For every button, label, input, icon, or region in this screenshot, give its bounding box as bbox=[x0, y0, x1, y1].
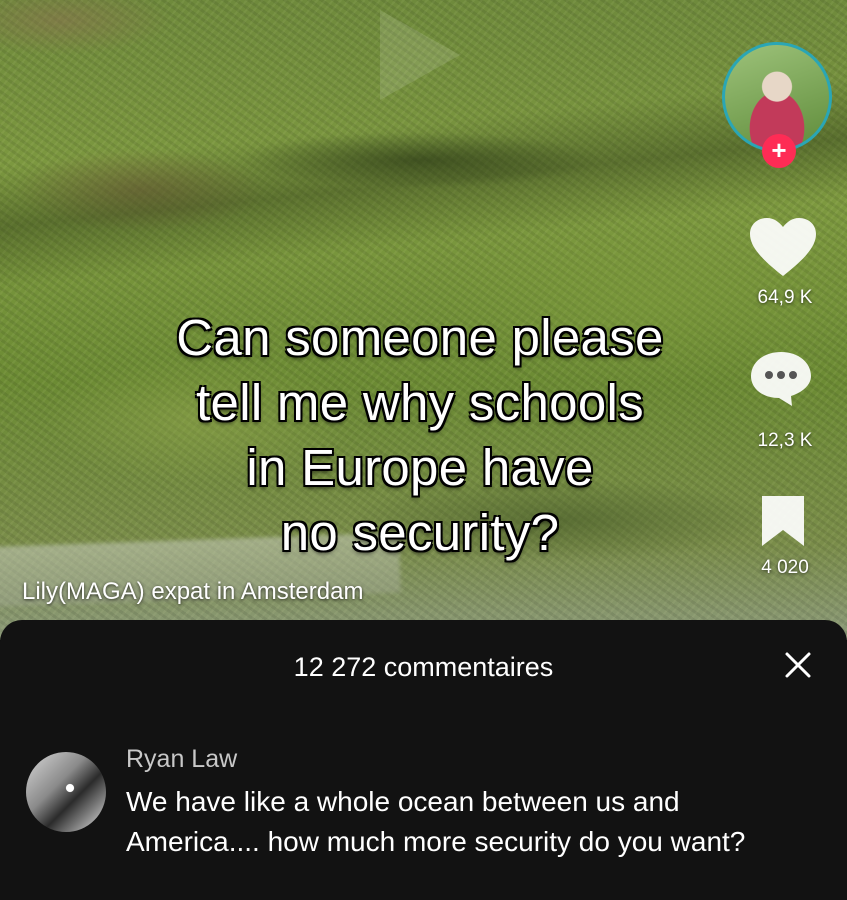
caption-line: Can someone please bbox=[176, 309, 664, 366]
save-count: 4 020 bbox=[740, 557, 830, 579]
comment-count: 12,3 K bbox=[740, 430, 830, 452]
comment-button[interactable] bbox=[748, 348, 814, 413]
like-count: 64,9 K bbox=[740, 287, 830, 309]
close-button[interactable] bbox=[778, 645, 818, 685]
comment-author[interactable]: Ryan Law bbox=[126, 745, 237, 774]
video-shadow bbox=[0, 69, 847, 291]
caption-line: in Europe have bbox=[246, 439, 594, 496]
like-count-text: 64,9 K bbox=[757, 287, 813, 308]
like-button[interactable] bbox=[748, 216, 818, 283]
play-icon bbox=[380, 10, 460, 100]
heart-icon bbox=[750, 218, 816, 276]
comment-text: We have like a whole ocean between us an… bbox=[126, 786, 746, 857]
comment-count-text: 12,3 K bbox=[757, 430, 813, 451]
caption-line: tell me why schools bbox=[196, 374, 644, 431]
caption-line: no security? bbox=[280, 504, 560, 561]
tiktok-screen: Can someone please tell me why schools i… bbox=[0, 0, 847, 900]
comment-bubble-icon bbox=[751, 352, 811, 406]
close-icon bbox=[785, 652, 811, 678]
comments-count-title: 12 272 commentaires bbox=[293, 652, 554, 682]
video-author[interactable]: Lily(MAGA) expat in Amsterdam bbox=[22, 578, 363, 606]
creator-avatar-wrap[interactable]: + bbox=[722, 42, 836, 168]
bookmark-icon bbox=[762, 496, 804, 546]
comment-avatar[interactable] bbox=[26, 752, 106, 832]
video-player[interactable]: Can someone please tell me why schools i… bbox=[0, 0, 847, 640]
plus-icon[interactable]: + bbox=[762, 134, 796, 168]
save-count-text: 4 020 bbox=[761, 557, 809, 578]
save-button[interactable] bbox=[758, 492, 808, 553]
video-caption: Can someone please tell me why schools i… bbox=[60, 305, 780, 565]
